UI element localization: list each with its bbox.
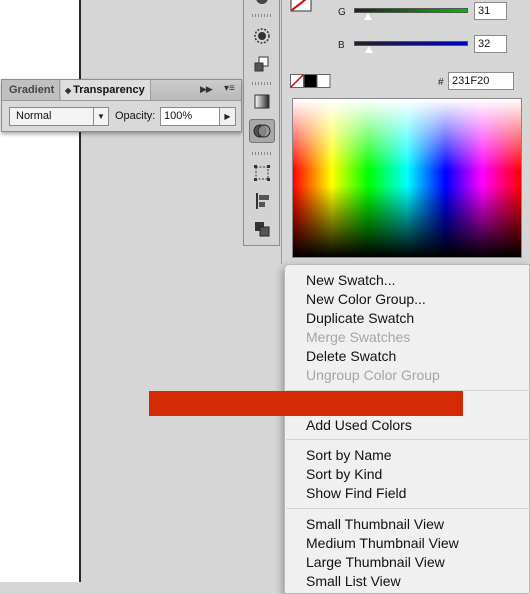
menu-item: Merge Swatches [306, 329, 411, 345]
blend-mode-select[interactable]: Normal ▼ [9, 107, 109, 126]
menu-item[interactable]: Large Thumbnail View [306, 554, 445, 570]
menu-item[interactable]: Small List View [306, 573, 401, 589]
collapse-panel-icon[interactable]: ▶▶ [200, 84, 213, 95]
tab-transparency-label: Transparency [73, 84, 145, 96]
fill-stroke-swatch-icon[interactable] [290, 0, 314, 14]
menu-item[interactable]: Medium Thumbnail View [306, 535, 459, 551]
panel-menu-icon[interactable]: ▾≡ [224, 83, 235, 94]
chevron-down-icon: ▼ [93, 108, 108, 125]
tab-gradient[interactable]: Gradient [2, 80, 60, 100]
menu-separator [286, 439, 530, 440]
dock-grip[interactable] [252, 152, 272, 155]
export-icon[interactable] [249, 52, 275, 76]
highlight-annotation-bar [149, 391, 463, 416]
transparency-panel: Gradient ◆ Transparency ▶▶ ▾≡ Normal ▼ Op… [1, 79, 242, 132]
align-icon[interactable] [249, 189, 275, 213]
menu-item: Ungroup Color Group [306, 367, 440, 383]
tab-options-icon: ◆ [65, 86, 72, 95]
hex-value-input[interactable]: 231F20 [448, 72, 514, 90]
transform-icon[interactable] [249, 161, 275, 185]
dock-grip[interactable] [252, 82, 272, 85]
blend-mode-value: Normal [16, 110, 52, 122]
opacity-slider-arrow-icon[interactable]: ▶ [220, 107, 236, 126]
panel-dock-toolbar [243, 0, 280, 246]
transparency-icon[interactable] [249, 119, 275, 143]
g-channel-label: G [338, 7, 346, 18]
symbols-icon[interactable] [249, 24, 275, 48]
menu-item[interactable]: New Swatch... [306, 272, 395, 288]
opacity-label: Opacity: [115, 110, 156, 122]
color-panel: G 31 B 32 # 231F20 [281, 0, 530, 264]
swatches-panel-menu: New Swatch... New Color Group... Duplicate… [284, 264, 530, 594]
b-channel-label: B [338, 40, 345, 51]
dock-grip[interactable] [252, 14, 272, 17]
g-value-input[interactable]: 31 [474, 2, 507, 20]
menu-item[interactable]: Duplicate Swatch [306, 310, 414, 326]
none-black-white-swatches[interactable] [290, 74, 332, 88]
menu-item[interactable]: Sort by Name [306, 447, 392, 463]
appearance-icon[interactable] [249, 0, 275, 14]
b-slider-knob[interactable] [364, 46, 373, 53]
menu-item[interactable]: Small Thumbnail View [306, 516, 444, 532]
menu-separator [286, 508, 530, 509]
panel-tab-bar: Gradient ◆ Transparency ▶▶ ▾≡ [2, 80, 241, 101]
color-spectrum[interactable] [292, 98, 522, 258]
menu-item[interactable]: Delete Swatch [306, 348, 396, 364]
hex-label: # [438, 77, 444, 88]
pathfinder-icon[interactable] [249, 217, 275, 241]
menu-item[interactable]: Sort by Kind [306, 466, 382, 482]
menu-item[interactable]: Add Used Colors [306, 417, 412, 433]
gradient-icon[interactable] [249, 90, 275, 114]
b-value-input[interactable]: 32 [474, 35, 507, 53]
menu-item[interactable]: New Color Group... [306, 291, 426, 307]
opacity-input[interactable]: 100% [160, 107, 220, 126]
tab-transparency[interactable]: ◆ Transparency [61, 80, 151, 100]
g-slider-knob[interactable] [363, 13, 372, 20]
menu-item[interactable]: Show Find Field [306, 485, 406, 501]
